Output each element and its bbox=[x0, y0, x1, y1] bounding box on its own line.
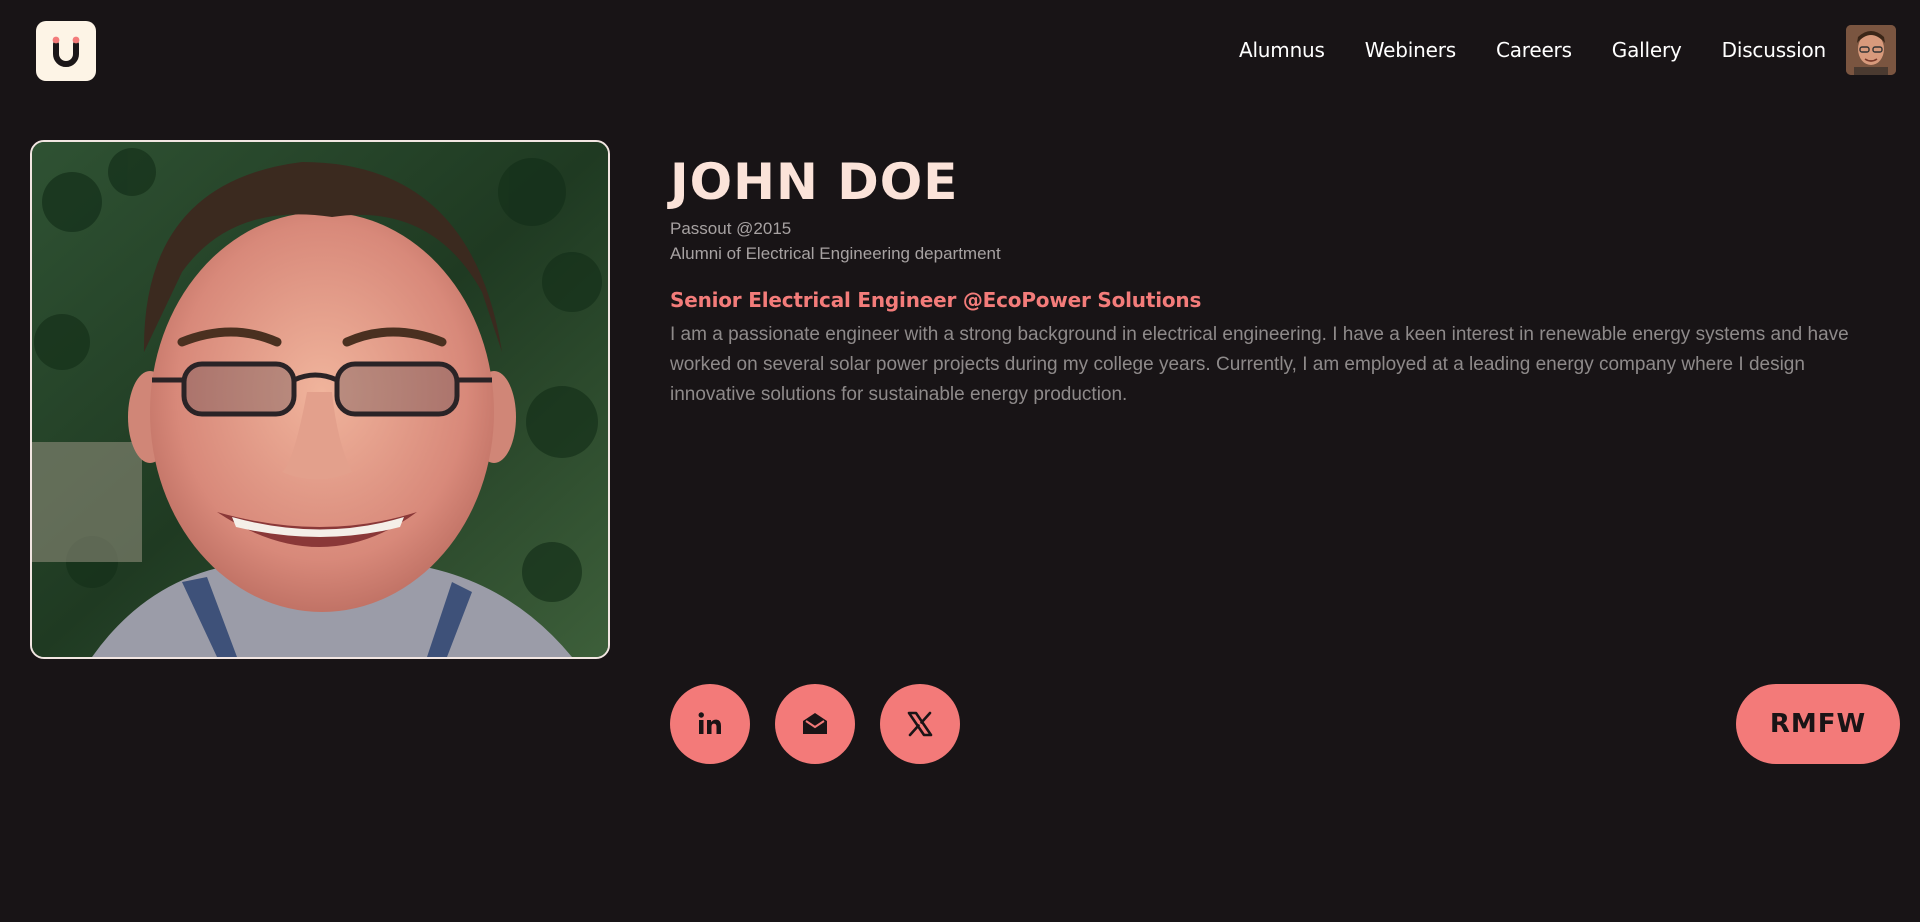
email-button[interactable] bbox=[775, 684, 855, 764]
rmfw-button[interactable]: RMFW bbox=[1736, 684, 1900, 764]
passout-year: Passout @2015 bbox=[670, 219, 792, 238]
profile-name: JOHN DOE bbox=[670, 153, 959, 211]
department: Alumni of Electrical Engineering departm… bbox=[670, 244, 1001, 263]
bio-text: I am a passionate engineer with a strong… bbox=[670, 324, 1849, 405]
social-links bbox=[670, 684, 985, 764]
nav-careers[interactable]: Careers bbox=[1496, 38, 1572, 62]
logo[interactable] bbox=[36, 21, 96, 81]
linkedin-icon bbox=[698, 712, 721, 734]
linkedin-button[interactable] bbox=[670, 684, 750, 764]
job-title: Senior Electrical Engineer @EcoPower Sol… bbox=[670, 288, 1202, 312]
profile-page: Alumnus Webiners Careers Gallery Discuss… bbox=[0, 0, 1920, 922]
profile-photo bbox=[30, 140, 610, 659]
user-avatar[interactable] bbox=[1846, 25, 1896, 75]
x-icon bbox=[907, 711, 933, 737]
mail-icon bbox=[803, 713, 827, 734]
nav-gallery[interactable]: Gallery bbox=[1612, 38, 1682, 62]
nav-discussion[interactable]: Discussion bbox=[1722, 38, 1827, 62]
profile-details: JOHN DOE Passout @2015 Alumni of Electri… bbox=[670, 152, 1890, 410]
nav-webiners[interactable]: Webiners bbox=[1365, 38, 1456, 62]
u-logo-icon bbox=[52, 36, 80, 67]
nav-alumnus[interactable]: Alumnus bbox=[1239, 38, 1325, 62]
x-button[interactable] bbox=[880, 684, 960, 764]
main-nav: Alumnus Webiners Careers Gallery Discuss… bbox=[1239, 24, 1896, 76]
